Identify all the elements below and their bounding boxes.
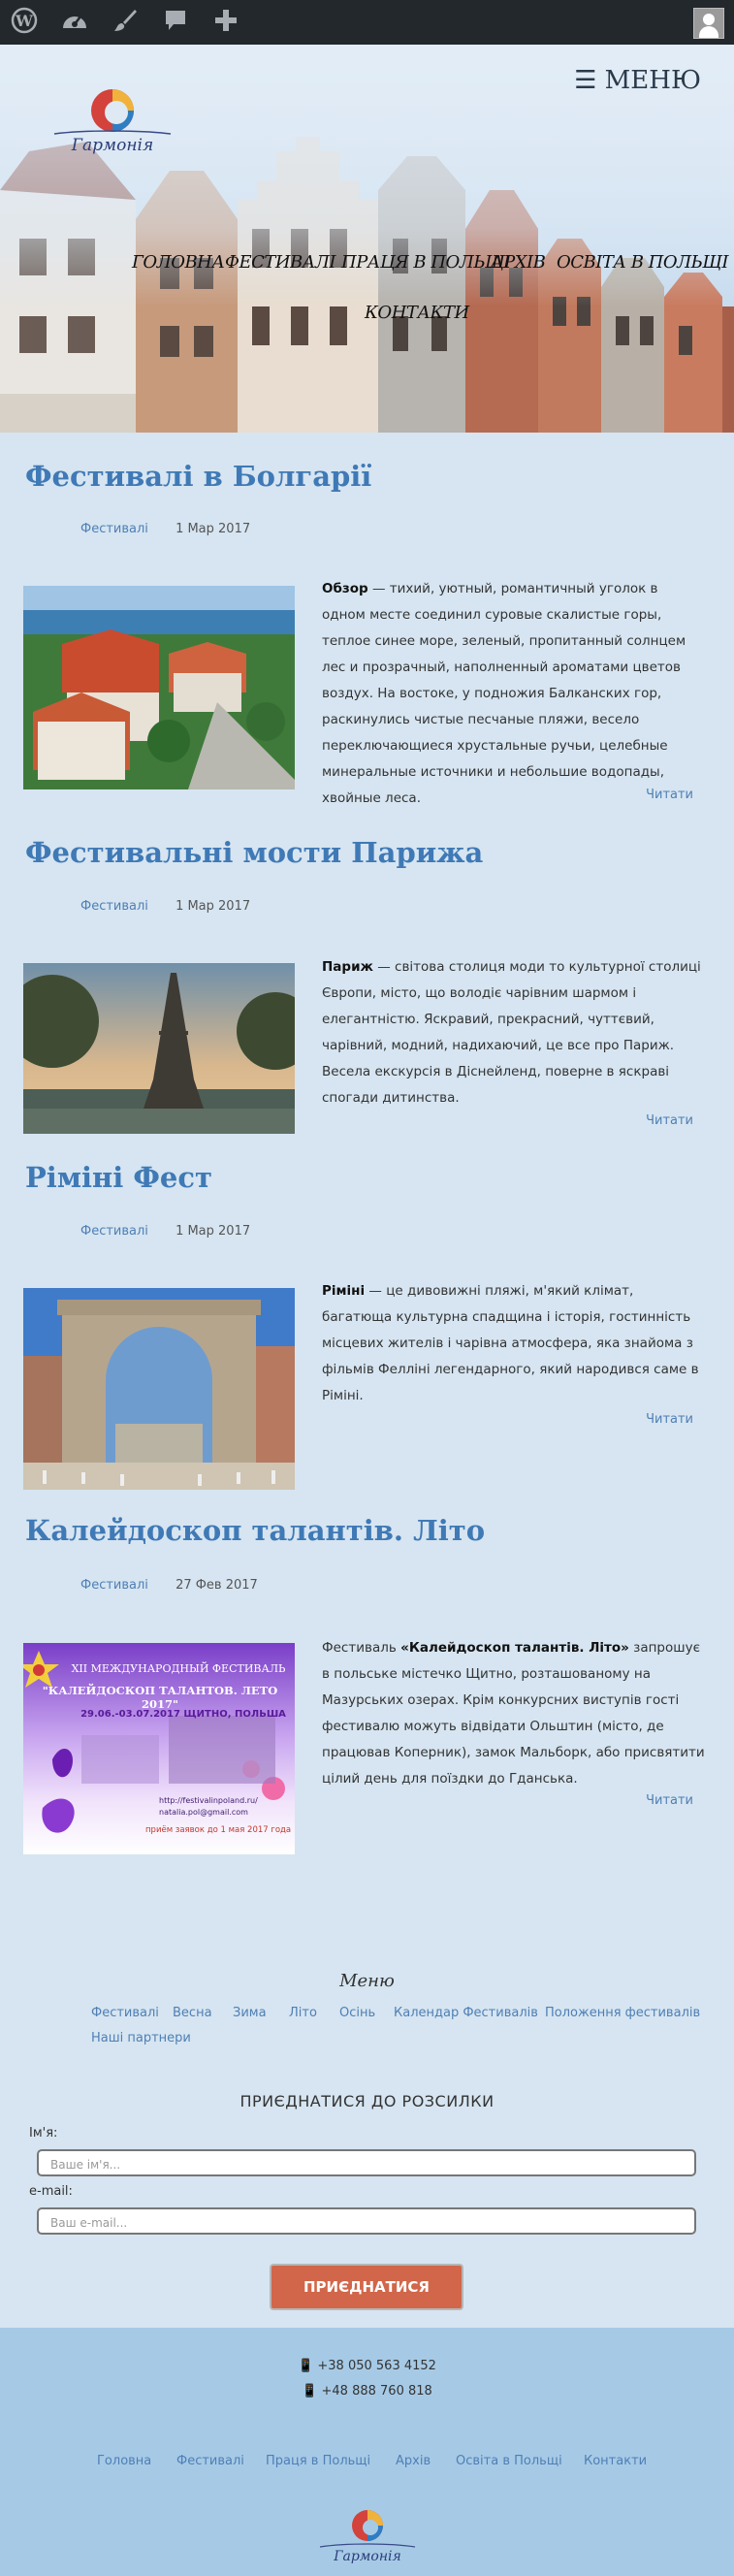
nav-item-contacts[interactable]: КОНТАКТИ	[365, 303, 469, 323]
post-date: 1 Мар 2017	[176, 899, 251, 914]
site-header: Гармонія ☰ МЕНЮ ГОЛОВНА ФЕСТИВАЛІ ПРАЦЯ …	[0, 45, 734, 433]
site-footer: 📱 +38 050 563 4152 📱 +48 888 760 818 Гол…	[0, 2328, 734, 2576]
post-title[interactable]: Фестивальні мости Парижа	[25, 836, 483, 869]
excerpt-lead: Обзор	[322, 581, 368, 596]
footer-nav-item[interactable]: Контакти	[584, 2454, 647, 2468]
nav-item-work-in-poland[interactable]: ПРАЦЯ В ПОЛЬЩІ	[341, 252, 511, 273]
post-excerpt: Париж — світова столиця моди то культурн…	[322, 954, 705, 1111]
svg-text:W: W	[15, 12, 34, 30]
footer-menu-item[interactable]: Фестивалі	[91, 2006, 159, 2020]
phone-number[interactable]: +38 050 563 4152	[317, 2359, 436, 2373]
subscribe-button[interactable]: ПРИЄДНАТИСЯ	[270, 2264, 463, 2310]
post-meta: Фестивалі 1 Мар 2017	[80, 899, 250, 914]
post-date: 1 Мар 2017	[176, 522, 251, 536]
post-thumbnail[interactable]	[23, 1288, 295, 1490]
post-title[interactable]: Фестивалі в Болгарії	[25, 460, 371, 493]
phone-number[interactable]: +48 888 760 818	[322, 2384, 432, 2399]
post-category-link[interactable]: Фестивалі	[80, 522, 148, 536]
footer-menu-item[interactable]: Весна	[173, 2006, 212, 2020]
post-date: 27 Фев 2017	[176, 1578, 258, 1593]
name-input[interactable]: Ваше ім'я...	[37, 2149, 696, 2176]
footer-nav-item[interactable]: Освіта в Польщі	[456, 2454, 562, 2468]
excerpt-text: — світова столиця моди то культурної сто…	[322, 959, 701, 1106]
post-title[interactable]: Калейдоскоп талантів. Літо	[25, 1514, 485, 1547]
footer-menu-item[interactable]: Наші партнери	[91, 2031, 191, 2045]
post-category-link[interactable]: Фестивалі	[80, 1224, 148, 1239]
excerpt-text: — тихий, уютный, романтичный уголок в од…	[322, 581, 686, 806]
post-title[interactable]: Ріміні Фест	[25, 1161, 212, 1194]
user-avatar-icon[interactable]	[693, 8, 724, 39]
post-category-link[interactable]: Фестивалі	[80, 899, 148, 914]
excerpt-text: — це дивовижні пляжі, м'який клімат, баг…	[322, 1283, 699, 1403]
footer-menu-title: Меню	[339, 1971, 395, 1991]
excerpt-lead: «Калейдоскоп талантів. Літо»	[400, 1640, 629, 1656]
nav-item-festivals[interactable]: ФЕСТИВАЛІ	[225, 252, 336, 273]
footer-menu-item[interactable]: Зима	[233, 2006, 267, 2020]
poster-email: natalia.pol@gmail.com	[159, 1808, 248, 1817]
nav-item-home[interactable]: ГОЛОВНА	[132, 252, 225, 273]
footer-menu-item[interactable]: Літо	[289, 2006, 317, 2020]
footer-nav-item[interactable]: Фестивалі	[176, 2454, 244, 2468]
site-logo[interactable]: Гармонія	[45, 74, 180, 161]
wordpress-icon[interactable]: W	[8, 7, 41, 38]
post-meta: Фестивалі 1 Мар 2017	[80, 1224, 250, 1239]
read-more-link[interactable]: Читати	[646, 788, 693, 802]
post-date: 1 Мар 2017	[176, 1224, 251, 1239]
festival-poster-thumbnail[interactable]: XII МЕЖДУНАРОДНЫЙ ФЕСТИВАЛЬ "КАЛЕЙДОСКОП…	[23, 1643, 295, 1854]
excerpt-text: запрошує в польське містечко Щитно, розт…	[322, 1640, 705, 1787]
footer-menu-item[interactable]: Положення фестивалів	[545, 2006, 700, 2020]
nav-item-education-in-poland[interactable]: ОСВІТА В ПОЛЬЩІ	[557, 252, 728, 273]
post-excerpt: Обзор — тихий, уютный, романтичный уголо…	[322, 576, 705, 812]
nav-item-archive[interactable]: АРХІВ	[491, 252, 546, 273]
add-new-icon[interactable]	[209, 7, 242, 38]
post-thumbnail[interactable]	[23, 963, 295, 1134]
poster-line-2: "КАЛЕЙДОСКОП ТАЛАНТОВ. ЛЕТО 2017"	[42, 1684, 278, 1711]
phone-line: 📱 +48 888 760 818	[0, 2384, 734, 2399]
poster-dates: 29.06.-03.07.2017 ЩИТНО, ПОЛЬША	[80, 1709, 286, 1720]
read-more-link[interactable]: Читати	[646, 1412, 693, 1427]
post-thumbnail[interactable]	[23, 586, 295, 789]
footer-menu-item[interactable]: Осінь	[339, 2006, 375, 2020]
post-category-link[interactable]: Фестивалі	[80, 1578, 148, 1593]
footer-menu-item[interactable]: Календар Фестивалів	[394, 2006, 538, 2020]
customize-brush-icon[interactable]	[109, 7, 142, 38]
footer-logo-text: Гармонія	[334, 2549, 401, 2564]
footer-nav-item[interactable]: Праця в Польщі	[266, 2454, 370, 2468]
name-label: Ім'я:	[29, 2126, 58, 2141]
poster-site: http://festivalinpoland.ru/	[159, 1796, 258, 1805]
phone-icon: 📱	[298, 2359, 314, 2373]
admin-bar: W	[0, 0, 734, 45]
dashboard-icon[interactable]	[58, 7, 91, 38]
read-more-link[interactable]: Читати	[646, 1793, 693, 1808]
footer-nav-item[interactable]: Архів	[396, 2454, 431, 2468]
email-label: e-mail:	[29, 2184, 73, 2199]
logo-text: Гармонія	[71, 136, 154, 155]
phone-line: 📱 +38 050 563 4152	[0, 2359, 734, 2373]
email-input[interactable]: Ваш e-mail...	[37, 2207, 696, 2235]
poster-line-1: XII МЕЖДУНАРОДНЫЙ ФЕСТИВАЛЬ	[71, 1662, 286, 1675]
post-excerpt: Фестиваль «Калейдоскоп талантів. Літо» з…	[322, 1635, 705, 1792]
comments-icon[interactable]	[159, 7, 192, 38]
footer-logo[interactable]: Гармонія	[306, 2504, 429, 2572]
poster-deadline: приём заявок до 1 мая 2017 года	[145, 1825, 292, 1835]
excerpt-lead: Париж	[322, 959, 373, 975]
footer-nav-item[interactable]: Головна	[97, 2454, 151, 2468]
excerpt-prefix: Фестиваль	[322, 1640, 401, 1656]
subscribe-title: ПРИЄДНАТИСЯ ДО РОЗСИЛКИ	[239, 2092, 495, 2110]
post-meta: Фестивалі 1 Мар 2017	[80, 522, 250, 536]
menu-toggle-button[interactable]: ☰ МЕНЮ	[574, 66, 701, 95]
post-meta: Фестивалі 27 Фев 2017	[80, 1578, 258, 1593]
read-more-link[interactable]: Читати	[646, 1113, 693, 1128]
phone-icon: 📱	[302, 2384, 318, 2399]
excerpt-lead: Ріміні	[322, 1283, 366, 1299]
post-excerpt: Ріміні — це дивовижні пляжі, м'який клім…	[322, 1278, 705, 1409]
